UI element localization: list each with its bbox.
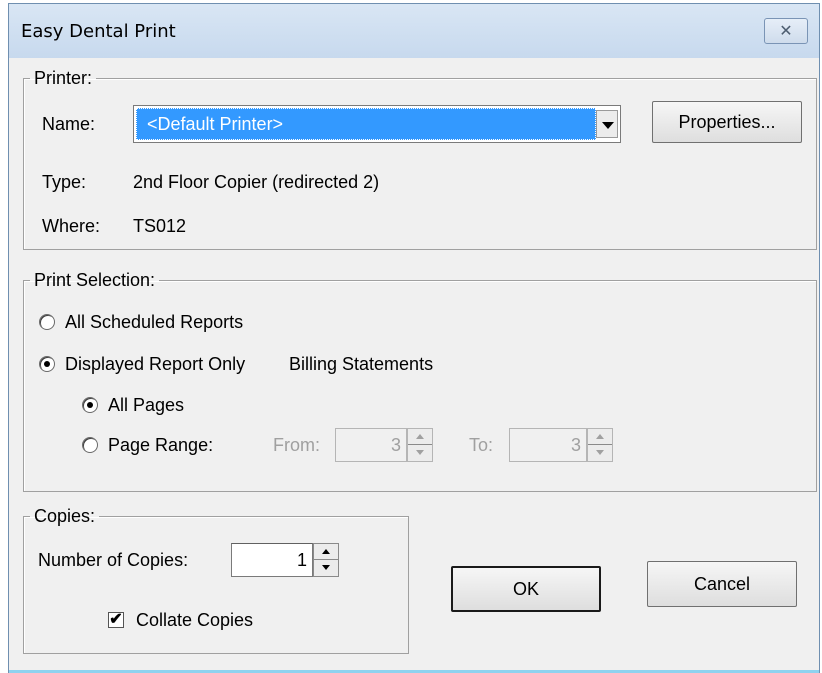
print-selection-legend: Print Selection: <box>34 270 156 290</box>
page-range-radio[interactable] <box>82 437 98 453</box>
displayed-only-radio[interactable] <box>39 356 55 372</box>
print-dialog: Easy Dental Print ✕ Printer: Name: <Defa… <box>8 3 820 673</box>
properties-button[interactable]: Properties... <box>652 101 802 143</box>
printer-name-label: Name: <box>42 114 96 134</box>
cancel-button[interactable]: Cancel <box>647 561 797 607</box>
from-page-input[interactable]: 3 <box>335 428 407 462</box>
all-pages-label[interactable]: All Pages <box>108 395 184 416</box>
to-page-stepper[interactable] <box>587 428 613 462</box>
number-of-copies-label: Number of Copies: <box>38 550 189 570</box>
increment-icon[interactable] <box>314 544 338 560</box>
printer-type-value: 2nd Floor Copier (redirected 2) <box>133 172 380 192</box>
window-title: Easy Dental Print <box>21 21 176 42</box>
increment-icon[interactable] <box>408 429 432 445</box>
close-icon: ✕ <box>779 21 793 40</box>
properties-button-label: Properties... <box>678 112 776 132</box>
all-scheduled-radio[interactable] <box>39 314 55 330</box>
decrement-icon[interactable] <box>588 445 612 461</box>
decrement-icon[interactable] <box>408 445 432 461</box>
increment-icon[interactable] <box>588 429 612 445</box>
ok-button[interactable]: OK <box>451 566 601 612</box>
copies-group-legend: Copies: <box>34 506 96 526</box>
printer-group-legend: Printer: <box>34 68 93 88</box>
printer-name-value: <Default Printer> <box>136 108 596 140</box>
from-label: From: <box>273 435 320 455</box>
to-page-input[interactable]: 3 <box>509 428 587 462</box>
number-of-copies-stepper[interactable] <box>313 543 339 577</box>
all-pages-radio[interactable] <box>82 397 98 413</box>
all-scheduled-label[interactable]: All Scheduled Reports <box>65 312 243 333</box>
printer-where-value: TS012 <box>133 216 187 236</box>
title-bar[interactable]: Easy Dental Print ✕ <box>9 4 819 58</box>
copies-group: Copies: <box>23 506 409 654</box>
report-name: Billing Statements <box>289 354 434 374</box>
ok-button-label: OK <box>512 579 539 599</box>
printer-where-label: Where: <box>42 216 101 236</box>
decrement-icon[interactable] <box>314 560 338 576</box>
to-label: To: <box>469 435 494 455</box>
collate-checkbox[interactable]: ✔ <box>108 612 124 628</box>
close-button[interactable]: ✕ <box>764 18 808 44</box>
page-range-label[interactable]: Page Range: <box>108 435 213 456</box>
chevron-down-icon[interactable] <box>596 110 618 138</box>
displayed-only-label[interactable]: Displayed Report Only <box>65 354 245 375</box>
cancel-button-label: Cancel <box>693 574 751 594</box>
checkmark-icon: ✔ <box>109 611 123 628</box>
from-page-stepper[interactable] <box>407 428 433 462</box>
printer-type-label: Type: <box>42 172 87 192</box>
number-of-copies-input[interactable]: 1 <box>231 543 313 577</box>
printer-name-select[interactable]: <Default Printer> <box>133 105 621 143</box>
collate-label[interactable]: Collate Copies <box>136 610 253 631</box>
